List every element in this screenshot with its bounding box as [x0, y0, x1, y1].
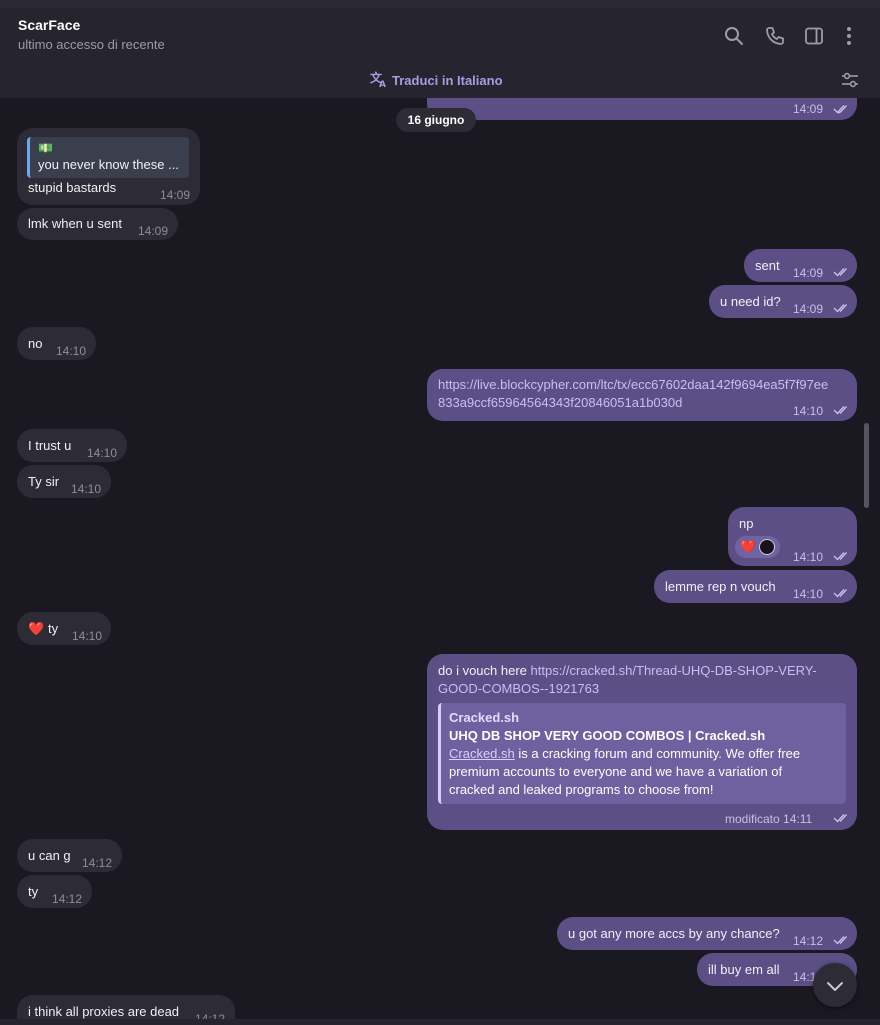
message-incoming[interactable]: ty 14:12	[17, 875, 92, 908]
heart-emoji: ❤️	[28, 621, 45, 636]
message-text: lmk when u sent	[28, 216, 122, 231]
message-incoming[interactable]: 💵 you never know these ... stupid bastar…	[17, 128, 200, 205]
preview-desc-link[interactable]: Cracked.sh	[449, 746, 515, 761]
scroll-to-bottom-button[interactable]	[813, 963, 857, 1007]
message-incoming[interactable]: u can g 14:12	[17, 839, 122, 872]
read-ticks-icon	[833, 406, 848, 415]
translate-button[interactable]: 文A Traduci in Italiano	[370, 70, 503, 91]
message-outgoing[interactable]: u need id? 14:09	[709, 285, 857, 318]
message-incoming[interactable]: Ty sir 14:10	[17, 465, 111, 498]
read-ticks-icon	[833, 268, 848, 277]
read-ticks-icon	[833, 814, 848, 823]
message-text: u need id?	[720, 294, 781, 309]
phone-icon[interactable]	[764, 25, 786, 47]
message-time: 14:10	[56, 344, 87, 358]
read-ticks-icon	[833, 304, 848, 313]
message-time: 14:10	[87, 446, 118, 460]
message-incoming[interactable]: ❤️ ty 14:10	[17, 612, 111, 645]
preview-title: UHQ DB SHOP VERY GOOD COMBOS | Cracked.s…	[449, 728, 766, 743]
message-link[interactable]: https://live.blockcypher.com/ltc/tx/ecc6…	[438, 376, 828, 394]
message-link[interactable]: GOOD-COMBOS--1921763	[438, 680, 599, 698]
contact-name[interactable]: ScarFace	[18, 17, 80, 33]
message-incoming[interactable]: i think all proxies are dead 14:12	[17, 995, 235, 1019]
message-outgoing[interactable]: https://live.blockcypher.com/ltc/tx/ecc6…	[427, 369, 857, 421]
reactor-avatar	[759, 539, 775, 555]
translate-icon: 文A	[370, 70, 388, 91]
message-time: 14:12	[195, 1012, 226, 1019]
message-time: 14:10	[72, 629, 103, 643]
sidebar-toggle-icon[interactable]	[803, 25, 825, 47]
message-text: u got any more accs by any chance?	[568, 926, 780, 941]
message-outgoing[interactable]: sent 14:09	[744, 249, 857, 282]
message-text-line: do i vouch here https://cracked.sh/Threa…	[438, 662, 817, 680]
reply-text: you never know these ...	[38, 157, 179, 172]
translate-bar: 文A Traduci in Italiano	[0, 62, 880, 99]
message-time: 14:10	[793, 404, 824, 418]
preview-desc-text: cracked and leaked programs to choose fr…	[449, 782, 714, 797]
read-ticks-icon	[833, 552, 848, 561]
message-text: stupid bastards	[28, 180, 117, 195]
window-bottom-strip	[0, 1019, 880, 1025]
message-outgoing[interactable]: lemme rep n vouch 14:10	[654, 570, 857, 603]
message-text: np	[739, 516, 754, 531]
message-text: ty	[48, 621, 59, 636]
message-text: do i vouch here	[438, 663, 531, 678]
search-icon[interactable]	[723, 25, 745, 47]
message-incoming[interactable]: lmk when u sent 14:09	[17, 208, 178, 240]
read-ticks-icon	[833, 105, 848, 114]
link-preview[interactable]: Cracked.sh UHQ DB SHOP VERY GOOD COMBOS …	[438, 703, 846, 804]
reaction-heart: ❤️	[740, 539, 757, 554]
message-text: lemme rep n vouch	[665, 579, 776, 594]
preview-desc-text: premium accounts to everyone and we have…	[449, 764, 783, 779]
reaction-pill[interactable]: ❤️	[735, 536, 780, 558]
message-time: 14:09	[793, 302, 824, 316]
message-outgoing[interactable]: do i vouch here https://cracked.sh/Threa…	[427, 654, 857, 830]
filter-icon[interactable]	[840, 70, 860, 90]
message-time: 14:12	[82, 856, 113, 870]
contact-status: ultimo accesso di recente	[18, 37, 165, 52]
svg-text:A: A	[379, 80, 386, 88]
message-incoming[interactable]: I trust u 14:10	[17, 429, 127, 462]
window-top-strip	[0, 0, 880, 8]
message-list[interactable]: 14:09 16 giugno 💵 you never know these .…	[0, 98, 880, 1019]
preview-description: Cracked.sh is a cracking forum and commu…	[449, 745, 838, 763]
chat-header[interactable]: ScarFace ultimo accesso di recente	[0, 8, 880, 63]
scrollbar-thumb[interactable]	[864, 423, 869, 508]
reply-emoji: 💵	[38, 141, 53, 155]
message-time: 14:10	[793, 550, 824, 564]
read-ticks-icon	[833, 936, 848, 945]
message-time: 14:09	[160, 188, 191, 202]
message-time: 14:12	[793, 934, 824, 948]
message-text: I trust u	[28, 438, 72, 453]
message-time: 14:09	[138, 224, 169, 238]
preview-site-name: Cracked.sh	[449, 710, 520, 725]
chevron-down-icon	[827, 982, 843, 991]
message-text: sent	[755, 258, 780, 273]
message-text: i think all proxies are dead	[28, 1004, 180, 1019]
message-time: 14:09	[793, 266, 824, 280]
date-separator: 16 giugno	[396, 108, 476, 132]
read-ticks-icon	[833, 589, 848, 598]
message-text: Ty sir	[28, 474, 60, 489]
message-time: 14:12	[52, 892, 83, 906]
message-text: u can g	[28, 848, 71, 863]
message-time: 14:10	[793, 587, 824, 601]
message-time: 14:09	[793, 102, 824, 116]
message-link[interactable]: 833a9ccf65964564343f20846051a1b030d	[438, 394, 682, 412]
message-text: ill buy em all	[708, 962, 780, 977]
message-link[interactable]: https://cracked.sh/Thread-UHQ-DB-SHOP-VE…	[531, 663, 817, 678]
reply-quote[interactable]: 💵 you never know these ...	[27, 137, 189, 178]
message-text: ty	[28, 884, 39, 899]
message-text: no	[28, 336, 43, 351]
message-time: modificato 14:11	[725, 812, 813, 826]
message-incoming[interactable]: no 14:10	[17, 327, 96, 360]
more-options-icon[interactable]	[838, 25, 860, 47]
message-time: 14:10	[71, 482, 102, 496]
message-outgoing[interactable]: np ❤️ 14:10	[728, 507, 857, 566]
translate-label: Traduci in Italiano	[392, 73, 503, 88]
message-outgoing[interactable]: 14:09	[427, 98, 857, 120]
message-outgoing[interactable]: u got any more accs by any chance? 14:12	[557, 917, 857, 950]
preview-desc-text: is a cracking forum and community. We of…	[514, 746, 801, 761]
